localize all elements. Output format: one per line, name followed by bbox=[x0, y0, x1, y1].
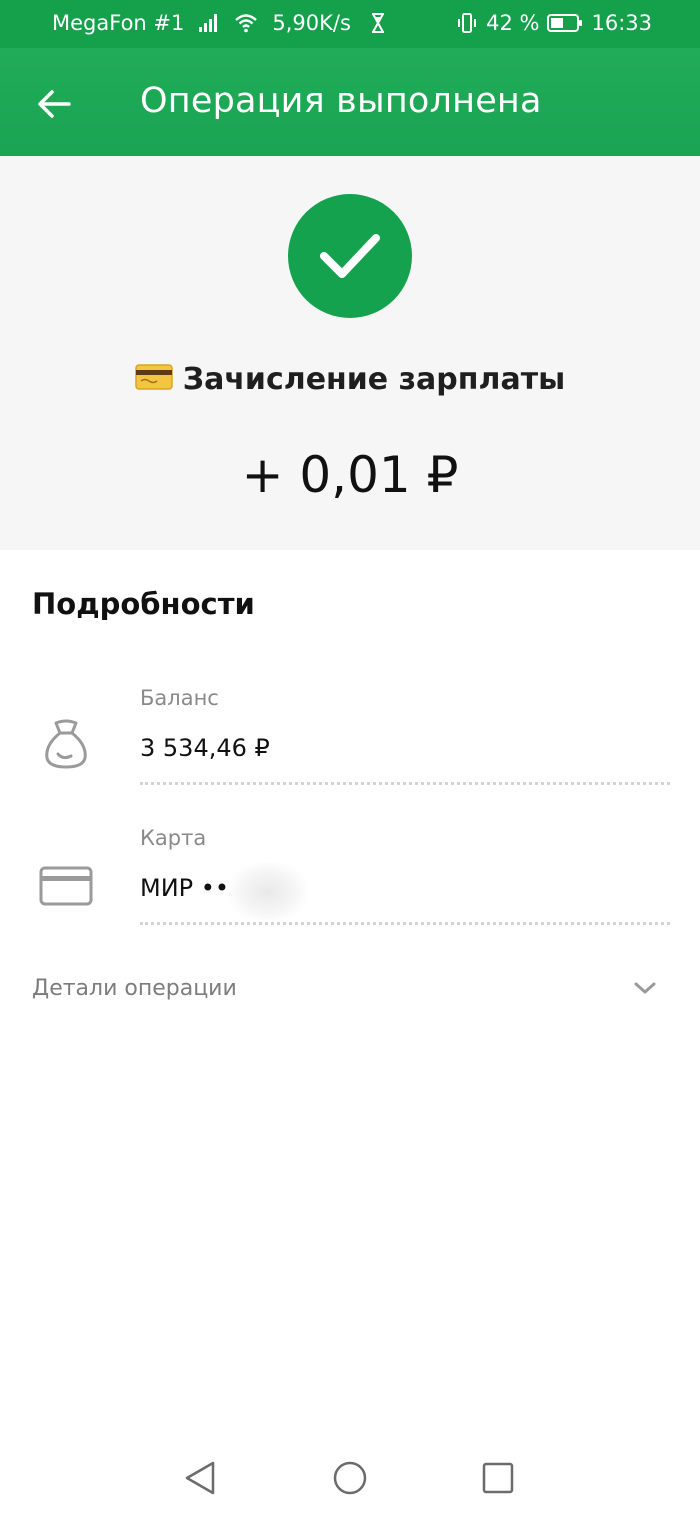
balance-label: Баланс bbox=[140, 686, 219, 710]
card-value: МИР •• bbox=[140, 874, 230, 902]
clock: 16:33 bbox=[591, 11, 652, 35]
money-bag-icon bbox=[38, 716, 94, 772]
card-icon bbox=[38, 858, 94, 914]
nav-home-button[interactable] bbox=[330, 1458, 370, 1498]
status-bar: MegaFon #1 5,90K/s 42 % 16:33 bbox=[0, 0, 700, 48]
redacted-blur bbox=[228, 862, 308, 922]
chevron-down-icon bbox=[632, 980, 658, 1000]
network-speed: 5,90K/s bbox=[272, 11, 351, 35]
triangle-back-icon bbox=[185, 1461, 215, 1495]
square-recents-icon bbox=[482, 1462, 514, 1494]
carrier-name: MegaFon #1 bbox=[52, 11, 185, 35]
operation-summary: Зачисление зарплаты + 0,01 ₽ bbox=[0, 156, 700, 550]
card-row: Карта МИР •• bbox=[0, 810, 700, 940]
balance-row: Баланс 3 534,46 ₽ bbox=[0, 670, 700, 800]
hourglass-icon bbox=[371, 13, 385, 33]
success-check-icon bbox=[288, 194, 412, 318]
circle-home-icon bbox=[333, 1461, 367, 1495]
vibrate-icon bbox=[456, 12, 478, 34]
divider bbox=[140, 922, 670, 925]
signal-icon bbox=[198, 13, 220, 33]
divider bbox=[140, 782, 670, 785]
operation-amount: + 0,01 ₽ bbox=[241, 446, 459, 504]
page-title: Операция выполнена bbox=[140, 81, 542, 121]
credit-card-emoji-icon bbox=[135, 363, 173, 398]
card-label: Карта bbox=[140, 826, 207, 850]
nav-recents-button[interactable] bbox=[478, 1458, 518, 1498]
back-button[interactable] bbox=[30, 80, 78, 128]
battery-icon bbox=[547, 13, 583, 33]
balance-value: 3 534,46 ₽ bbox=[140, 734, 270, 762]
arrow-left-icon bbox=[38, 90, 71, 118]
battery-percent: 42 % bbox=[486, 11, 540, 35]
wifi-icon bbox=[234, 13, 258, 33]
system-navigation-bar bbox=[0, 1440, 700, 1517]
operation-details-toggle[interactable]: Детали операции bbox=[0, 960, 700, 1020]
operation-title: Зачисление зарплаты bbox=[0, 362, 700, 398]
operation-title-text: Зачисление зарплаты bbox=[182, 362, 566, 397]
details-heading: Подробности bbox=[32, 587, 255, 621]
nav-back-button[interactable] bbox=[180, 1458, 220, 1498]
app-bar: Операция выполнена bbox=[0, 48, 700, 156]
operation-details-label: Детали операции bbox=[32, 976, 237, 1001]
